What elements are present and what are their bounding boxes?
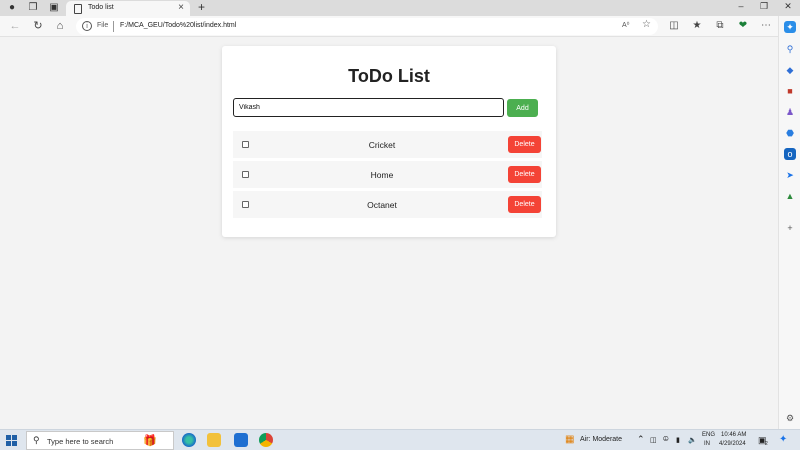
minimize-button[interactable]: –: [734, 1, 748, 11]
item-text: Home: [370, 170, 394, 180]
search-icon: ⚲: [33, 435, 40, 445]
new-tab-button[interactable]: +: [198, 0, 205, 14]
tab-actions-icon[interactable]: ▣: [48, 2, 60, 14]
briefcase-icon[interactable]: ■: [784, 85, 796, 97]
profile-icon[interactable]: ●: [6, 2, 18, 14]
item-text: Cricket: [368, 140, 396, 150]
browser-toolbar: ← ↻ ⌂ i File F:/MCA_GEU/Todo%20list/inde…: [0, 16, 800, 37]
browser-essentials-icon[interactable]: ❤: [736, 19, 750, 33]
copilot-icon[interactable]: ✦: [784, 21, 796, 33]
notification-count: 2: [765, 441, 768, 447]
chrome-icon[interactable]: [259, 433, 273, 447]
close-window-button[interactable]: ✕: [781, 1, 795, 12]
wifi-icon[interactable]: ⦹: [663, 436, 669, 444]
todo-card: ToDo List Add Cricket Delete Home Delete…: [222, 46, 556, 237]
copilot-taskbar-icon[interactable]: ✦: [779, 434, 787, 445]
page-viewport: ToDo List Add Cricket Delete Home Delete…: [0, 37, 778, 429]
read-aloud-icon[interactable]: A⁰: [622, 21, 629, 29]
list-item: Octanet Delete: [233, 191, 542, 218]
home-icon[interactable]: ⌂: [53, 19, 67, 33]
office-icon[interactable]: ⬣: [784, 127, 796, 139]
split-screen-icon[interactable]: ◫: [667, 19, 681, 33]
info-icon[interactable]: i: [82, 21, 92, 31]
page-title: ToDo List: [348, 66, 430, 86]
mail-icon[interactable]: [234, 433, 248, 447]
delete-button[interactable]: Delete: [508, 166, 541, 183]
edge-sidebar: ✦ ⚲ ◆ ■ ♟ ⬣ o ➤ ▲ + ⚙: [778, 16, 800, 429]
task-input[interactable]: [233, 98, 504, 117]
workspaces-icon[interactable]: ❐: [27, 2, 39, 14]
tab-todo-list[interactable]: Todo list ×: [66, 1, 190, 17]
search-icon[interactable]: ⚲: [784, 43, 796, 55]
edge-browser-icon[interactable]: [182, 433, 196, 447]
address-prefix: File: [97, 22, 109, 29]
games-icon[interactable]: ♟: [784, 106, 796, 118]
item-text: Octanet: [367, 200, 397, 210]
settings-icon[interactable]: ⚙: [784, 412, 796, 424]
list-item: Cricket Delete: [233, 131, 542, 158]
weather-icon[interactable]: ▦: [565, 434, 574, 445]
tree-icon[interactable]: ▲: [784, 190, 796, 202]
todo-list: Cricket Delete Home Delete Octanet Delet…: [233, 131, 542, 221]
file-explorer-icon[interactable]: [207, 433, 221, 447]
collections-icon[interactable]: ⧉: [713, 19, 727, 33]
weather-status[interactable]: Air: Moderate: [580, 436, 622, 443]
add-icon[interactable]: +: [784, 222, 796, 234]
send-icon[interactable]: ➤: [784, 169, 796, 181]
search-highlight-icon: 🎁: [143, 435, 157, 447]
back-icon[interactable]: ←: [8, 19, 22, 33]
favorite-star-icon[interactable]: ☆: [642, 19, 651, 30]
maximize-button[interactable]: ❐: [757, 1, 771, 12]
volume-icon[interactable]: 🔈: [688, 436, 697, 444]
url-text[interactable]: F:/MCA_GEU/Todo%20list/index.html: [120, 22, 236, 29]
refresh-icon[interactable]: ↻: [31, 19, 45, 33]
address-bar[interactable]: i File F:/MCA_GEU/Todo%20list/index.html…: [76, 18, 658, 35]
more-menu-icon[interactable]: ⋯: [759, 19, 773, 33]
delete-button[interactable]: Delete: [508, 136, 541, 153]
favorites-icon[interactable]: ★: [690, 19, 704, 33]
add-button[interactable]: Add: [507, 99, 538, 117]
delete-button[interactable]: Delete: [508, 196, 541, 213]
chevron-up-icon[interactable]: ⌃: [637, 434, 645, 445]
address-divider: [113, 21, 114, 32]
clock-date[interactable]: 4/29/2024: [719, 441, 746, 447]
language-top[interactable]: ENG: [702, 432, 715, 438]
taskbar: ⚲ Type here to search 🎁 ▦ Air: Moderate …: [0, 429, 800, 450]
language-bottom[interactable]: IN: [704, 441, 710, 447]
search-placeholder: Type here to search: [47, 437, 114, 446]
tab-title: Todo list: [88, 4, 114, 11]
battery-icon[interactable]: ▮: [676, 436, 680, 444]
tab-close-icon[interactable]: ×: [178, 2, 184, 13]
list-item: Home Delete: [233, 161, 542, 188]
tag-icon[interactable]: ◆: [784, 64, 796, 76]
tab-strip: ● ❐ ▣ Todo list × + – ❐ ✕: [0, 0, 800, 17]
windows-start-icon[interactable]: [6, 435, 17, 446]
document-icon: [74, 4, 82, 14]
taskbar-search[interactable]: ⚲ Type here to search 🎁: [26, 431, 174, 450]
network-icon[interactable]: ◫: [650, 436, 657, 444]
outlook-icon[interactable]: o: [784, 148, 796, 160]
clock-time[interactable]: 10:46 AM: [721, 432, 746, 438]
